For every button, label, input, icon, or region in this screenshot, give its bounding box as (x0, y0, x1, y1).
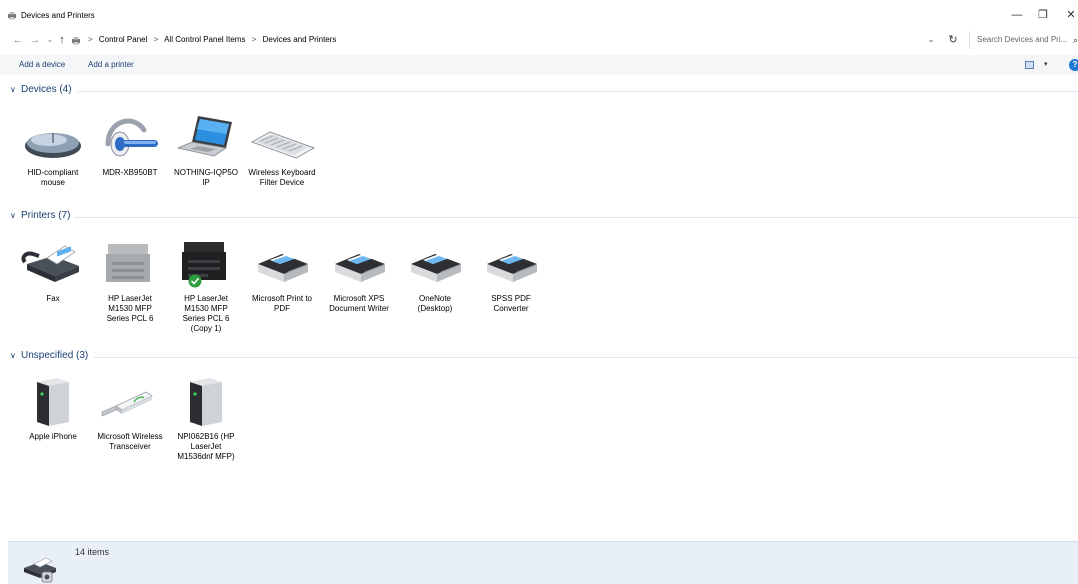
printer-label: OneNote (Desktop) (417, 294, 453, 313)
devices-printers-app-icon (7, 11, 17, 20)
printer-item[interactable]: Microsoft XPS Document Writer (323, 236, 395, 314)
device-item[interactable]: Wireless Keyboard Filter Device (246, 110, 318, 188)
close-button[interactable]: ✕ (1056, 6, 1078, 24)
address-history-dropdown[interactable]: ⌄ (924, 30, 938, 50)
printer-item[interactable]: HP LaserJet M1530 MFP Series PCL 6 (Copy… (170, 236, 242, 334)
printer-icon (475, 236, 547, 290)
printer-item[interactable]: SPSS PDF Converter (475, 236, 547, 314)
unspecified-item[interactable]: NPI062B16 (HP LaserJet M1536dnf MFP) (170, 374, 242, 462)
printer-icon (246, 236, 318, 290)
unspecified-item[interactable]: Apple iPhone (17, 374, 89, 442)
printer-icon (399, 236, 471, 290)
mouse-icon (17, 110, 89, 164)
collapse-chevron-icon[interactable]: ∨ (10, 211, 16, 220)
mfp-printer-default-icon (170, 236, 242, 290)
fax-icon (17, 236, 89, 290)
add-printer-button[interactable]: Add a printer (88, 55, 134, 75)
breadcrumb-all-control-panel-items[interactable]: All Control Panel Items (164, 35, 245, 44)
laptop-icon (170, 110, 242, 164)
group-header-devices[interactable]: ∨ Devices (4) (10, 84, 1078, 98)
restore-button[interactable]: ❐ (1028, 6, 1058, 24)
printer-item[interactable]: OneNote (Desktop) (399, 236, 471, 314)
printer-item[interactable]: Fax (17, 236, 89, 304)
device-item[interactable]: NOTHING-IQP5O IP (170, 110, 242, 188)
unspecified-item[interactable]: Microsoft Wireless Transceiver (94, 374, 166, 452)
mfp-printer-icon (94, 236, 166, 290)
fax-camera-icon (22, 556, 58, 584)
collapse-chevron-icon[interactable]: ∨ (10, 351, 16, 360)
keyboard-icon (246, 110, 318, 164)
tower-icon (170, 374, 242, 428)
breadcrumb-separator[interactable]: > (252, 35, 257, 44)
breadcrumb-separator: > (88, 35, 93, 44)
printer-label: Fax (46, 294, 60, 303)
collapse-chevron-icon[interactable]: ∨ (10, 85, 16, 94)
item-count: 14 items (75, 547, 110, 557)
headset-icon (94, 110, 166, 164)
group-header-unspecified[interactable]: ∨ Unspecified (3) (10, 350, 1078, 364)
printer-label: Microsoft Print to PDF (251, 294, 312, 313)
help-icon[interactable]: ? (1069, 59, 1078, 71)
search-placeholder: Search Devices and Pri... (977, 35, 1068, 44)
breadcrumb-separator[interactable]: > (154, 35, 159, 44)
printer-item[interactable]: HP LaserJet M1530 MFP Series PCL 6 (94, 236, 166, 324)
device-label: HID-compliant mouse (27, 168, 79, 187)
device-label: NOTHING-IQP5O IP (173, 168, 238, 187)
group-divider (77, 91, 1078, 92)
unspecified-label: NPI062B16 (HP LaserJet M1536dnf MFP) (177, 432, 235, 461)
address-bar-row: ← → ⌄ ↑ > Control Panel > All Control Pa… (0, 30, 1078, 50)
refresh-button[interactable]: ↻ (945, 30, 961, 50)
group-title-devices: Devices (4) (21, 84, 72, 95)
details-pane: 14 items (8, 541, 1078, 584)
printer-label: HP LaserJet M1530 MFP Series PCL 6 (106, 294, 154, 323)
search-input[interactable]: Search Devices and Pri... ⌕ (969, 31, 1078, 49)
breadcrumb: > Control Panel > All Control Panel Item… (84, 30, 336, 50)
printer-label: Microsoft XPS Document Writer (329, 294, 389, 313)
control-panel-location-icon[interactable] (71, 36, 81, 45)
search-icon[interactable]: ⌕ (1073, 31, 1078, 49)
printer-label: SPSS PDF Converter (491, 294, 531, 313)
forward-button[interactable]: → (28, 30, 42, 50)
group-title-printers: Printers (7) (21, 210, 71, 221)
view-options-dropdown[interactable]: ▾ (1044, 55, 1048, 75)
up-button[interactable]: ↑ (55, 30, 69, 50)
device-label: Wireless Keyboard Filter Device (248, 168, 316, 187)
printer-icon (323, 236, 395, 290)
unspecified-label: Microsoft Wireless Transceiver (97, 432, 163, 451)
title-bar: Devices and Printers — ❐ ✕ (0, 0, 1078, 30)
back-button[interactable]: ← (11, 30, 25, 50)
breadcrumb-control-panel[interactable]: Control Panel (99, 35, 147, 44)
tower-icon (17, 374, 89, 428)
group-header-printers[interactable]: ∨ Printers (7) (10, 210, 1078, 224)
window-title: Devices and Printers (21, 11, 95, 20)
unspecified-label: Apple iPhone (29, 432, 77, 441)
group-divider (74, 217, 1078, 218)
printer-item[interactable]: Microsoft Print to PDF (246, 236, 318, 314)
group-divider (94, 357, 1078, 358)
printer-label: HP LaserJet M1530 MFP Series PCL 6 (Copy… (182, 294, 230, 333)
default-printer-check-icon (188, 274, 202, 288)
device-item[interactable]: HID-compliant mouse (17, 110, 89, 188)
change-view-icon[interactable] (1025, 61, 1034, 69)
device-item[interactable]: MDR-XB950BT (94, 110, 166, 178)
command-bar: Add a device Add a printer ▾ ? (0, 55, 1078, 75)
breadcrumb-devices-and-printers[interactable]: Devices and Printers (263, 35, 337, 44)
device-label: MDR-XB950BT (102, 168, 158, 177)
group-title-unspecified: Unspecified (3) (21, 350, 89, 361)
usb-dongle-icon (94, 374, 166, 428)
add-device-button[interactable]: Add a device (19, 55, 65, 75)
